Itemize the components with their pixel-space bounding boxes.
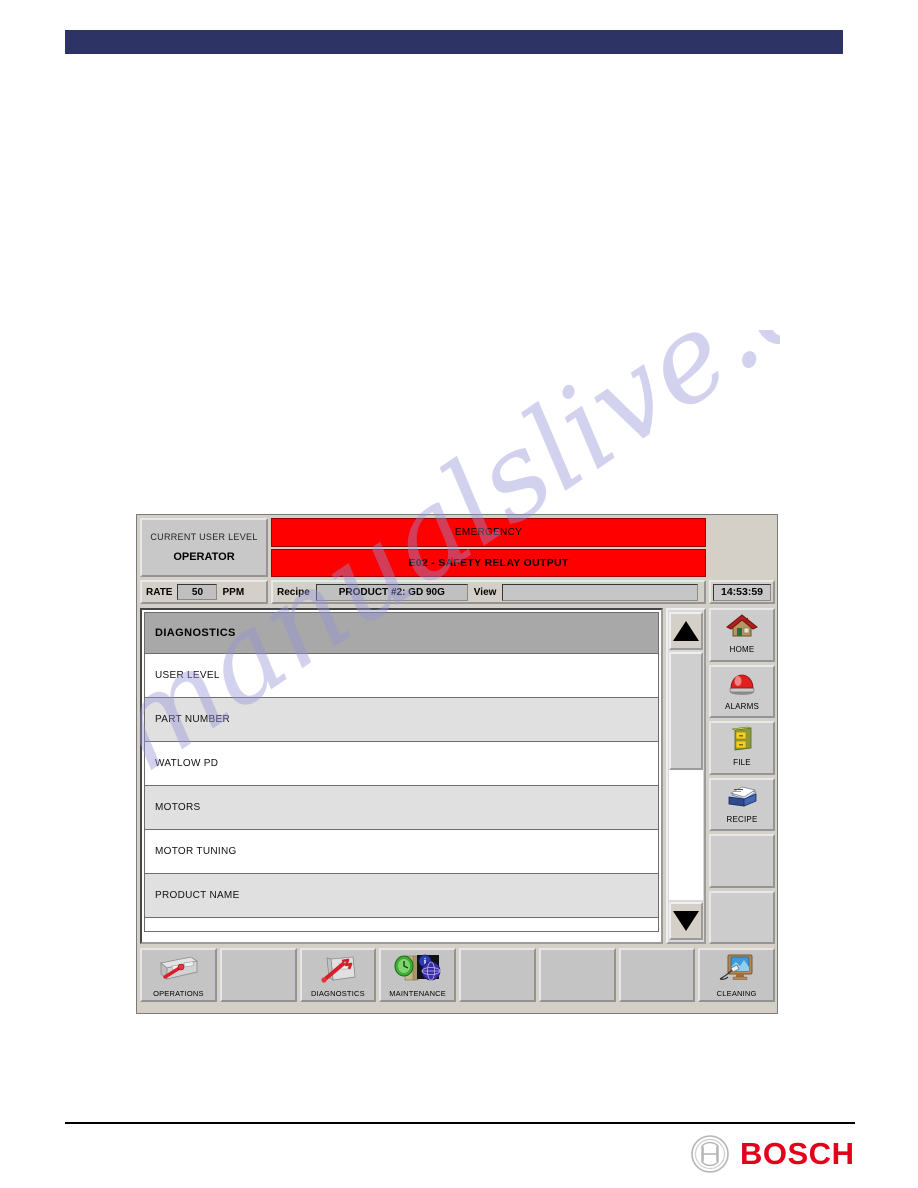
recipe-card-box-icon bbox=[725, 783, 759, 814]
list-item[interactable]: MOTORS bbox=[144, 786, 659, 830]
diagnostics-list: DIAGNOSTICS USER LEVEL PART NUMBER WATLO… bbox=[140, 608, 663, 944]
maintenance-info-icon: i bbox=[393, 953, 443, 990]
clock-box: 14:53:59 bbox=[709, 580, 775, 604]
rate-label: RATE bbox=[146, 586, 173, 598]
current-user-level-label: CURRENT USER LEVEL bbox=[150, 532, 258, 542]
rate-recipe-bar: RATE 50 PPM Recipe PRODUCT #2: GD 90G Vi… bbox=[140, 579, 775, 605]
recipe-value-field[interactable]: PRODUCT #2: GD 90G bbox=[315, 583, 468, 601]
bosch-logo: BOSCH bbox=[690, 1133, 855, 1175]
triangle-up-icon bbox=[673, 621, 699, 641]
bosch-wordmark: BOSCH bbox=[740, 1136, 855, 1171]
list-item[interactable]: WATLOW PD bbox=[144, 742, 659, 786]
file-cabinet-icon bbox=[725, 726, 759, 757]
scroll-down-button[interactable] bbox=[669, 902, 703, 940]
list-item-partial[interactable] bbox=[144, 918, 659, 932]
toolbar-button-empty-2[interactable] bbox=[459, 948, 536, 1002]
page-top-banner bbox=[65, 30, 843, 54]
list-header: DIAGNOSTICS bbox=[144, 612, 659, 654]
toolbar-button-operations-label: OPERATIONS bbox=[153, 989, 204, 998]
sidebar-button-alarms-label: ALARMS bbox=[724, 701, 760, 711]
sidebar-button-home-label: HOME bbox=[729, 645, 755, 655]
list-item[interactable]: PRODUCT NAME bbox=[144, 874, 659, 918]
view-label: View bbox=[473, 586, 497, 598]
sidebar-button-recipe[interactable]: RECIPE bbox=[709, 777, 775, 831]
toolbar-button-maintenance-label: MAINTENANCE bbox=[389, 989, 447, 998]
scrollbar-thumb[interactable] bbox=[669, 652, 703, 770]
alarm-beacon-icon bbox=[725, 670, 759, 701]
right-sidebar: HOME ALARMS FILE RECIPE bbox=[709, 608, 775, 944]
sidebar-button-alarms[interactable]: ALARMS bbox=[709, 664, 775, 718]
alarm-banner[interactable]: EMERGENCY E02 - SAFETY RELAY OUTPUT bbox=[271, 518, 706, 577]
list-item[interactable]: MOTOR TUNING bbox=[144, 830, 659, 874]
list-scrollbar[interactable] bbox=[666, 608, 706, 944]
toolbar-button-diagnostics-label: DIAGNOSTICS bbox=[310, 989, 365, 998]
sidebar-button-recipe-label: RECIPE bbox=[726, 814, 758, 824]
hmi-body: DIAGNOSTICS USER LEVEL PART NUMBER WATLO… bbox=[140, 608, 775, 944]
sidebar-button-file-label: FILE bbox=[733, 758, 751, 768]
house-icon bbox=[725, 613, 759, 644]
toolbar-button-empty-4[interactable] bbox=[618, 948, 696, 1002]
clock-value: 14:53:59 bbox=[713, 583, 771, 601]
current-user-level-value: OPERATOR bbox=[173, 551, 235, 563]
footer-divider bbox=[65, 1122, 855, 1124]
toolbar-button-maintenance[interactable]: i MAINTENANCE bbox=[379, 948, 456, 1002]
toolbar-button-empty-1[interactable] bbox=[219, 948, 297, 1002]
current-user-level-box: CURRENT USER LEVEL OPERATOR bbox=[140, 518, 268, 577]
toolbar-button-diagnostics[interactable]: DIAGNOSTICS bbox=[299, 948, 377, 1002]
control-panel-icon bbox=[155, 953, 201, 990]
sidebar-button-empty-1[interactable] bbox=[709, 834, 775, 888]
toolbar-button-cleaning-label: CLEANING bbox=[716, 989, 757, 998]
screen-wipe-icon bbox=[714, 953, 760, 990]
toolbar-button-cleaning[interactable]: CLEANING bbox=[698, 948, 775, 1002]
sidebar-button-home[interactable]: HOME bbox=[709, 608, 775, 662]
list-item[interactable]: PART NUMBER bbox=[144, 698, 659, 742]
rate-value-field[interactable]: 50 bbox=[177, 584, 218, 600]
sidebar-button-empty-2[interactable] bbox=[709, 890, 775, 944]
alarm-detail: E02 - SAFETY RELAY OUTPUT bbox=[271, 548, 706, 577]
view-value-field[interactable] bbox=[502, 583, 698, 601]
header-spacer bbox=[709, 518, 775, 577]
bottom-toolbar: OPERATIONS DIAGNOSTICS i MAINTENANCE CLE… bbox=[140, 948, 775, 1002]
scrollbar-track[interactable] bbox=[669, 652, 703, 900]
bosch-armature-icon bbox=[690, 1134, 730, 1174]
toolbar-button-empty-3[interactable] bbox=[538, 948, 616, 1002]
status-header: CURRENT USER LEVEL OPERATOR EMERGENCY E0… bbox=[137, 515, 777, 577]
toolbar-button-operations[interactable]: OPERATIONS bbox=[140, 948, 217, 1002]
recipe-label: Recipe bbox=[277, 586, 310, 598]
rate-units-label: PPM bbox=[222, 586, 245, 598]
list-item[interactable]: USER LEVEL bbox=[144, 654, 659, 698]
recipe-view-group: Recipe PRODUCT #2: GD 90G View bbox=[271, 580, 706, 604]
rate-group: RATE 50 PPM bbox=[140, 580, 268, 604]
alarm-title: EMERGENCY bbox=[271, 518, 706, 547]
wrench-panel-icon bbox=[315, 953, 361, 990]
scroll-up-button[interactable] bbox=[669, 612, 703, 650]
triangle-down-icon bbox=[673, 911, 699, 931]
hmi-screen: CURRENT USER LEVEL OPERATOR EMERGENCY E0… bbox=[136, 514, 778, 1014]
sidebar-button-file[interactable]: FILE bbox=[709, 721, 775, 775]
